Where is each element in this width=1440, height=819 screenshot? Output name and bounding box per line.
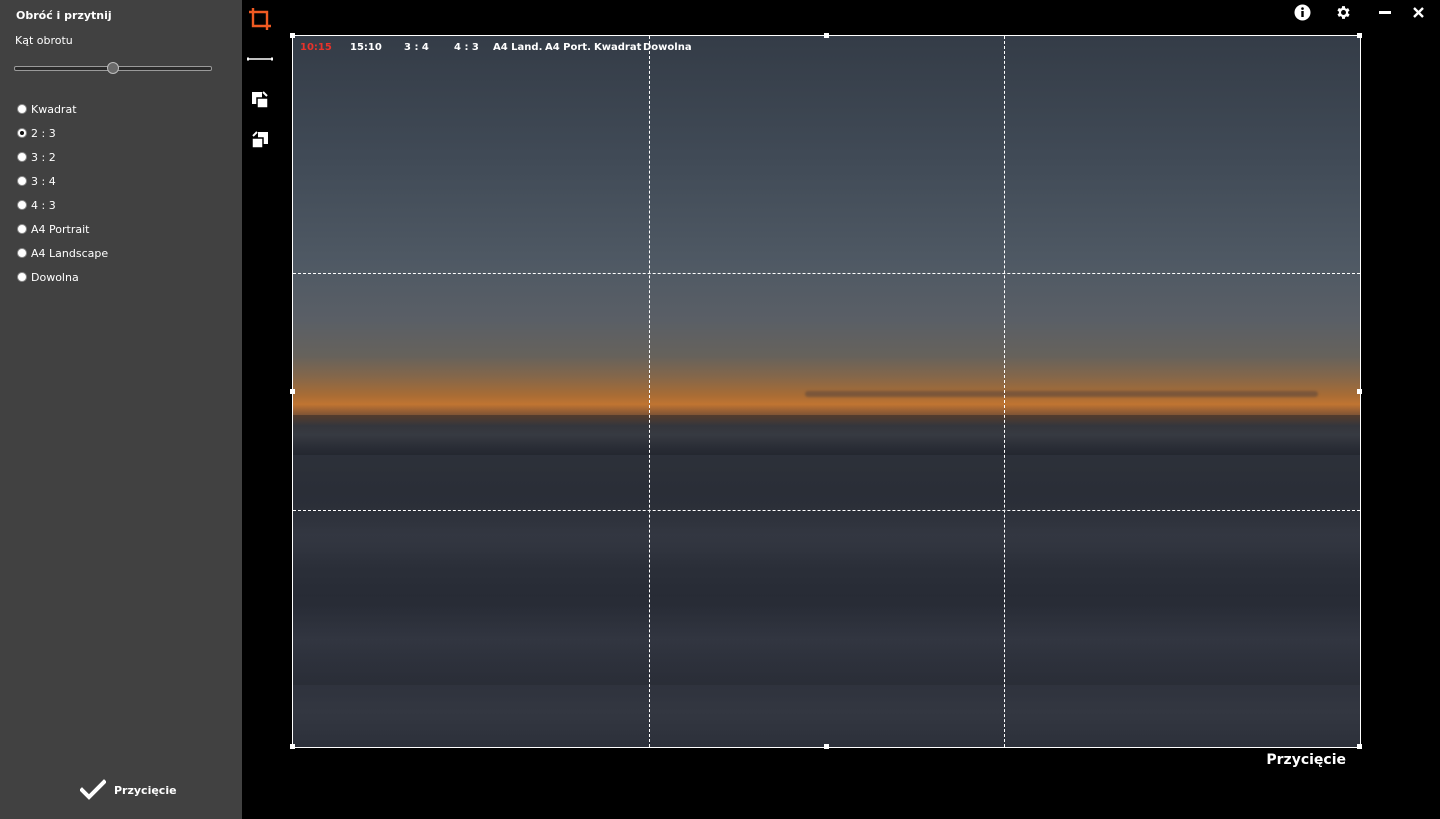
grid-line-horizontal: [293, 272, 1360, 274]
checkmark-icon: [80, 779, 106, 800]
crop-icon: [249, 8, 271, 30]
rotation-angle-slider[interactable]: [14, 61, 212, 75]
ratio-bar-option[interactable]: 10:15: [300, 42, 350, 56]
crop-handle-left[interactable]: [290, 388, 295, 394]
minimize-icon: [1379, 11, 1391, 14]
ratio-bar-option[interactable]: Kwadrat: [594, 42, 643, 56]
aspect-ratio-option[interactable]: 3 : 2: [17, 145, 108, 169]
grid-line-horizontal: [293, 509, 1360, 511]
rotate-left-button[interactable]: [247, 87, 273, 113]
radio-button[interactable]: [17, 104, 27, 114]
crop-handle-top-right[interactable]: [1357, 33, 1362, 38]
rotate-right-icon: [251, 131, 268, 149]
straighten-line-icon: [247, 57, 273, 61]
info-icon: [1294, 4, 1310, 20]
minimize-button[interactable]: [1374, 2, 1396, 22]
radio-button[interactable]: [17, 200, 27, 210]
close-button[interactable]: [1407, 2, 1429, 22]
radio-button[interactable]: [17, 272, 27, 282]
rotation-angle-label: Kąt obrotu: [15, 34, 73, 47]
panel-title: Obróć i przytnij: [16, 9, 112, 22]
aspect-ratio-label: Dowolna: [31, 270, 79, 284]
aspect-ratio-label: Kwadrat: [31, 102, 77, 116]
aspect-ratio-label: 4 : 3: [31, 198, 56, 212]
ratio-bar-option[interactable]: 3 : 4: [404, 42, 454, 56]
aspect-ratio-option[interactable]: 2 : 3: [17, 121, 108, 145]
ratio-bar-option[interactable]: A4 Land.: [493, 42, 545, 56]
crop-frame[interactable]: [290, 33, 1362, 749]
crop-tool-button[interactable]: [247, 6, 273, 32]
ratio-bar-option[interactable]: Dowolna: [643, 42, 692, 56]
aspect-ratio-label: A4 Landscape: [31, 246, 109, 260]
radio-button[interactable]: [17, 248, 27, 258]
radio-button[interactable]: [17, 152, 27, 162]
aspect-ratio-label: A4 Portrait: [31, 222, 90, 236]
aspect-ratio-option[interactable]: A4 Portrait: [17, 217, 108, 241]
aspect-ratio-option[interactable]: 3 : 4: [17, 169, 108, 193]
radio-button[interactable]: [17, 176, 27, 186]
crop-handle-bottom-left[interactable]: [290, 744, 295, 749]
crop-mode-label: Przycięcie: [1266, 752, 1346, 768]
info-button[interactable]: [1291, 2, 1313, 22]
grid-line-vertical: [648, 36, 650, 747]
aspect-ratio-list: Kwadrat 2 : 3 3 : 2 3 : 4 4 : 3 A4 Portrait A4…: [17, 97, 108, 289]
slider-thumb[interactable]: [107, 62, 119, 74]
aspect-ratio-option[interactable]: A4 Landscape: [17, 241, 108, 265]
straighten-tool-button[interactable]: [247, 46, 273, 72]
aspect-ratio-label: 3 : 4: [31, 174, 56, 188]
apply-crop-label: Przycięcie: [114, 783, 177, 797]
grid-line-vertical: [1004, 36, 1006, 747]
gear-icon: [1336, 5, 1350, 19]
settings-button[interactable]: [1332, 2, 1354, 22]
ratio-bar-option[interactable]: A4 Port.: [545, 42, 594, 56]
crop-handle-bottom[interactable]: [823, 744, 829, 749]
ratio-bar-option[interactable]: 4 : 3: [454, 42, 493, 56]
rotate-right-button[interactable]: [247, 127, 273, 153]
radio-button[interactable]: [17, 224, 27, 234]
ratio-bar-option[interactable]: 15:10: [350, 42, 404, 56]
apply-crop-button[interactable]: Przycięcie: [80, 778, 177, 802]
crop-handle-bottom-right[interactable]: [1357, 744, 1362, 749]
aspect-ratio-option[interactable]: Dowolna: [17, 265, 108, 289]
aspect-ratio-option[interactable]: Kwadrat: [17, 97, 108, 121]
side-panel: Obróć i przytnij Kąt obrotu Kwadrat 2 : 3…: [0, 0, 242, 819]
crop-handle-right[interactable]: [1357, 388, 1362, 394]
aspect-ratio-label: 2 : 3: [31, 126, 56, 140]
crop-handle-top-left[interactable]: [290, 33, 295, 38]
radio-button[interactable]: [17, 128, 27, 138]
rotate-left-icon: [252, 91, 269, 109]
crop-handle-top[interactable]: [823, 33, 829, 38]
close-icon: [1412, 6, 1424, 18]
crop-ratio-bar: 10:15 15:10 3 : 44 : 3 A4 Land. A4 Port. Kwad…: [300, 42, 692, 56]
aspect-ratio-label: 3 : 2: [31, 150, 56, 164]
aspect-ratio-option[interactable]: 4 : 3: [17, 193, 108, 217]
